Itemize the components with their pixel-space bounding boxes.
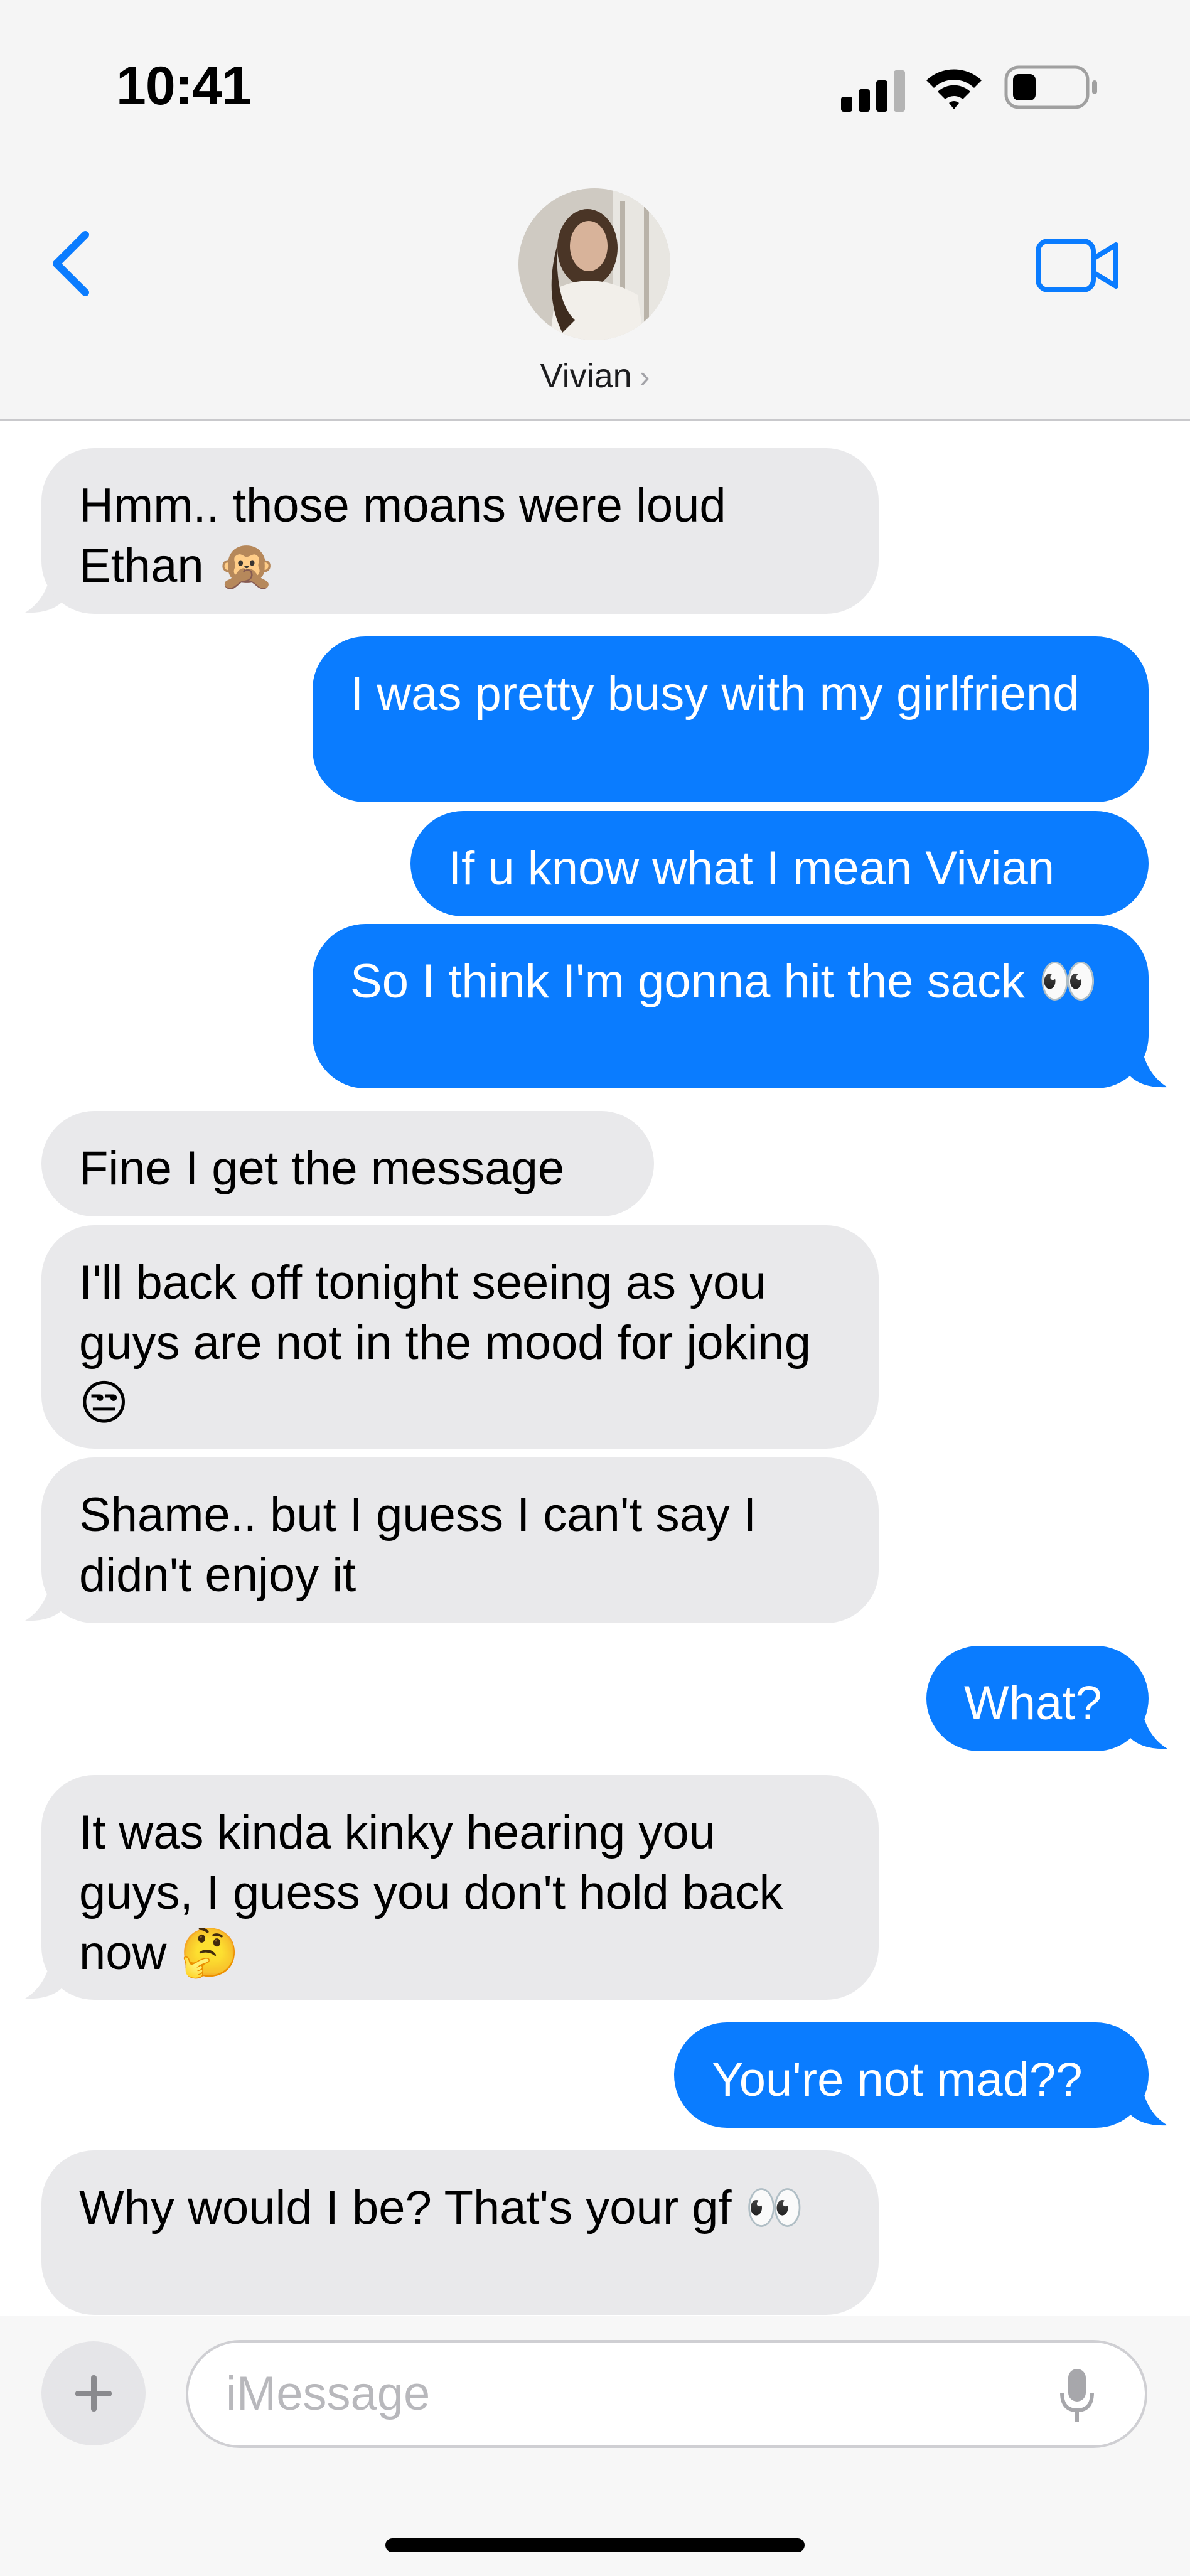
contact-avatar[interactable] <box>518 188 670 340</box>
video-call-icon[interactable] <box>1036 237 1120 294</box>
home-indicator <box>385 2538 805 2552</box>
message-bubble-incoming[interactable]: Why would I be? That's your gf 👀 <box>41 2150 879 2315</box>
message-bubble-incoming[interactable]: Hmm.. those moans were loud Ethan 🙊 <box>41 448 879 614</box>
contact-chevron-icon: › <box>639 359 650 394</box>
mic-icon[interactable] <box>1058 2366 1096 2427</box>
message-input-placeholder: iMessage <box>226 2367 431 2420</box>
message-bubble-outgoing[interactable]: I was pretty busy with my girlfriend <box>313 636 1149 802</box>
plus-icon <box>75 2375 112 2412</box>
signal-icon <box>841 70 905 112</box>
plus-button[interactable] <box>41 2341 146 2445</box>
message-bubble-outgoing[interactable]: What? <box>926 1646 1149 1751</box>
message-bubble-incoming[interactable]: Fine I get the message <box>41 1111 654 1216</box>
wifi-icon <box>926 69 982 109</box>
status-time: 10:41 <box>116 56 252 116</box>
conversation-header: 10:41 Vivian › <box>0 0 1190 421</box>
message-bubble-outgoing[interactable]: You're not mad?? <box>674 2022 1149 2128</box>
contact-name-text: Vivian <box>540 357 632 395</box>
message-bubble-incoming[interactable]: Shame.. but I guess I can't say I didn't… <box>41 1457 879 1623</box>
message-bubble-incoming[interactable]: I'll back off tonight seeing as you guys… <box>41 1225 879 1449</box>
contact-name[interactable]: Vivian › <box>0 357 1190 395</box>
message-bubble-outgoing[interactable]: If u know what I mean Vivian <box>410 811 1149 916</box>
back-chevron-icon[interactable] <box>48 226 98 301</box>
message-bubble-incoming[interactable]: It was kinda kinky hearing you guys, I g… <box>41 1775 879 2000</box>
message-bubble-outgoing[interactable]: So I think I'm gonna hit the sack 👀 <box>313 924 1149 1088</box>
battery-icon <box>1004 65 1097 109</box>
